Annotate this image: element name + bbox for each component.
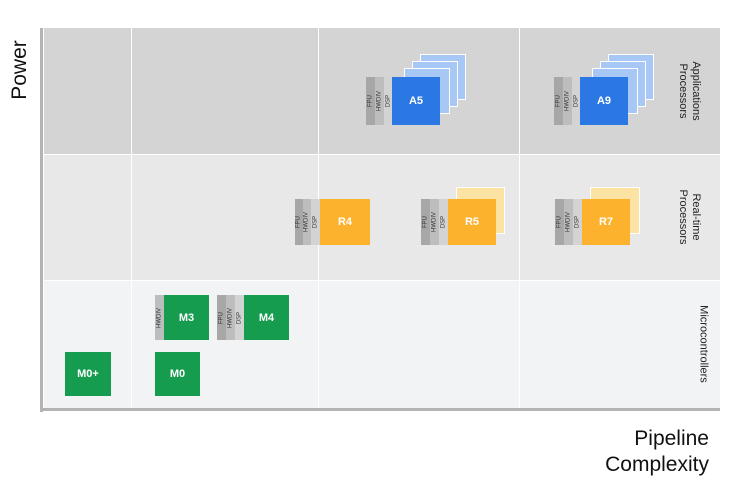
- grid-line: [44, 280, 720, 281]
- hwdiv-label: HWDIV: [303, 212, 310, 232]
- fpu-label: FPU: [295, 216, 302, 228]
- m3-hwdiv-strip: HWDIV: [155, 295, 164, 340]
- m4-dsp-strip: DSP: [235, 295, 244, 340]
- r7-card: R7: [582, 199, 630, 245]
- dsp-label: DSP: [236, 311, 242, 324]
- r4-dsp-strip: DSP: [311, 199, 320, 245]
- dsp-label: DSP: [440, 215, 446, 229]
- r5-dsp-strip: DSP: [439, 199, 448, 245]
- grid-line: [519, 28, 520, 408]
- r5-card: R5: [448, 199, 496, 245]
- microcontrollers-band-label: Microcontrollers: [697, 274, 710, 414]
- realtime-band-label: Real-time Processors: [676, 147, 702, 287]
- band-label-line: Real-time: [690, 193, 702, 241]
- dsp-label: DSP: [573, 94, 579, 108]
- y-axis: [40, 28, 43, 412]
- x-axis-label-line2: Complexity: [605, 453, 709, 476]
- grid-line: [131, 28, 132, 408]
- dsp-label: DSP: [574, 215, 580, 229]
- hwdiv-label: HWDIV: [564, 91, 570, 111]
- m4-card: M4: [244, 295, 289, 340]
- hwdiv-label: HWDIV: [431, 212, 437, 232]
- grid-line: [44, 154, 720, 155]
- microcontrollers-band: [44, 280, 720, 408]
- band-label-line: Processors: [677, 63, 689, 119]
- a5-fpu-strip: FPU: [366, 77, 375, 125]
- hwdiv-label: HWDIV: [227, 307, 233, 328]
- band-label-line: Applications: [690, 61, 702, 121]
- m0plus-card: M0+: [65, 352, 111, 396]
- r7-hwdiv-strip: HWDIV: [564, 199, 573, 245]
- y-axis-label: Power: [8, 40, 31, 100]
- fpu-label: FPU: [556, 216, 562, 228]
- hwdiv-label: HWDIV: [156, 307, 162, 328]
- a5-card: A5: [392, 77, 440, 125]
- r5-fpu-strip: FPU: [421, 199, 430, 245]
- a9-hwdiv-strip: HWDIV: [563, 77, 572, 125]
- a9-card: A9: [580, 77, 628, 125]
- hwdiv-label: HWDIV: [565, 212, 571, 232]
- band-label-line: Processors: [677, 189, 689, 245]
- dsp-label: DSP: [312, 215, 318, 229]
- hwdiv-label: HWDIV: [376, 91, 382, 111]
- m4-fpu-strip: FPU: [217, 295, 226, 340]
- a5-hwdiv-strip: HWDIV: [375, 77, 384, 125]
- r7-dsp-strip: DSP: [573, 199, 582, 245]
- r4-hwdiv-strip: HWDIV: [303, 199, 311, 245]
- m4-hwdiv-strip: HWDIV: [226, 295, 235, 340]
- m3-card: M3: [164, 295, 209, 340]
- r5-hwdiv-strip: HWDIV: [430, 199, 439, 245]
- x-axis-label: Pipeline Complexity: [605, 426, 709, 478]
- x-axis-label-line1: Pipeline: [634, 427, 709, 450]
- r4-fpu-strip: FPU: [295, 199, 303, 245]
- fpu-label: FPU: [367, 95, 373, 107]
- r7-fpu-strip: FPU: [555, 199, 564, 245]
- fpu-label: FPU: [555, 95, 561, 107]
- applications-band-label: Applications Processors: [676, 21, 702, 161]
- r4-card: R4: [320, 199, 370, 245]
- dsp-label: DSP: [385, 94, 391, 108]
- band-label-line: Microcontrollers: [697, 305, 710, 383]
- fpu-label: FPU: [218, 311, 224, 324]
- a9-fpu-strip: FPU: [554, 77, 563, 125]
- x-axis: [40, 408, 720, 411]
- m0-card: M0: [155, 352, 200, 396]
- fpu-label: FPU: [422, 216, 428, 228]
